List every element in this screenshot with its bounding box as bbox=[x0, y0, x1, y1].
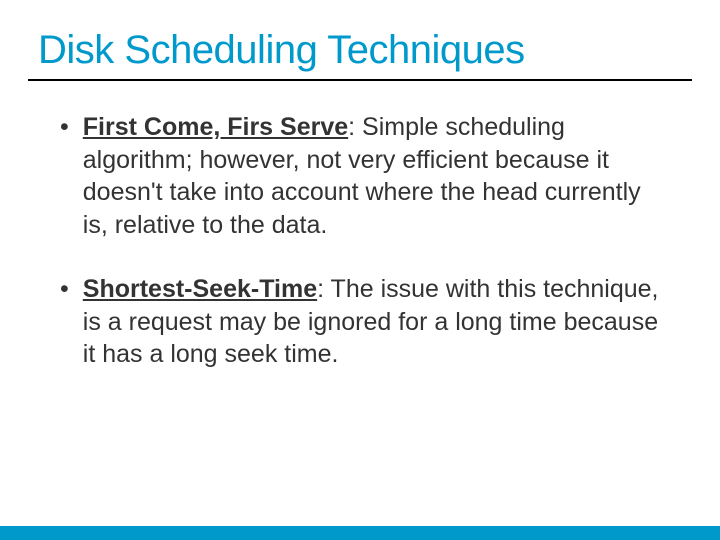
list-item: • First Come, Firs Serve: Simple schedul… bbox=[60, 111, 660, 241]
term-label: Shortest-Seek-Time bbox=[83, 275, 317, 303]
term-label: First Come, Firs Serve bbox=[83, 113, 348, 141]
bullet-marker: • bbox=[60, 273, 69, 306]
page-title: Disk Scheduling Techniques bbox=[0, 0, 720, 79]
content-area: • First Come, Firs Serve: Simple schedul… bbox=[0, 81, 720, 371]
bullet-text: Shortest-Seek-Time: The issue with this … bbox=[83, 273, 660, 371]
footer-accent-bar bbox=[0, 526, 720, 540]
bullet-marker: • bbox=[60, 111, 69, 144]
bullet-text: First Come, Firs Serve: Simple schedulin… bbox=[83, 111, 660, 241]
list-item: • Shortest-Seek-Time: The issue with thi… bbox=[60, 273, 660, 371]
